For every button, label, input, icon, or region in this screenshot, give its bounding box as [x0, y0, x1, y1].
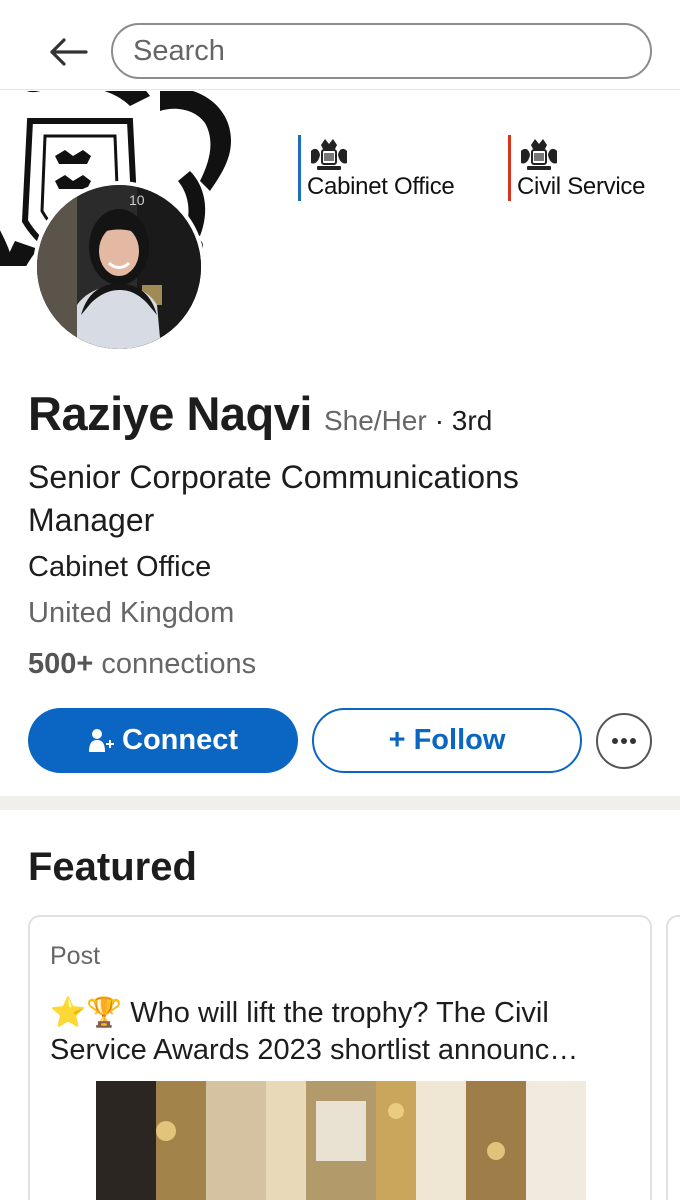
search-box[interactable]: [111, 23, 652, 79]
logo-name-civil-service: Civil Service: [517, 173, 646, 200]
next-featured-card[interactable]: [666, 915, 680, 1200]
profile-location: United Kingdom: [28, 597, 235, 629]
connect-button[interactable]: Connect: [28, 708, 298, 773]
pronouns: She/Her: [323, 405, 427, 436]
connections-number: 500+: [28, 648, 94, 680]
featured-post-card[interactable]: Post ⭐🏆 Who will lift the trophy? The Ci…: [28, 915, 652, 1200]
connection-degree: · 3rd: [434, 405, 493, 436]
add-person-icon: [89, 728, 114, 752]
profile-avatar[interactable]: 10: [33, 181, 205, 353]
profile-company[interactable]: Cabinet Office: [28, 551, 211, 584]
search-input[interactable]: [113, 25, 650, 77]
logo-name-cabinet-office: Cabinet Office: [307, 173, 455, 200]
crown-crest-icon: [311, 139, 347, 170]
card-type-label: Post: [50, 942, 101, 970]
back-button[interactable]: [44, 28, 92, 76]
name-row: Raziye Naqvi She/Her · 3rd: [28, 386, 492, 441]
follow-button[interactable]: + Follow: [312, 708, 582, 773]
follow-label: + Follow: [388, 724, 506, 756]
top-bar: [0, 0, 680, 90]
card-post-text: ⭐🏆 Who will lift the trophy? The Civil S…: [50, 997, 579, 1066]
connections-label: connections: [101, 648, 257, 680]
svg-text:10: 10: [129, 192, 145, 208]
crown-crest-icon: [521, 139, 557, 170]
civil-service-logo: Civil Service: [508, 135, 646, 201]
connect-label: Connect: [122, 724, 238, 756]
post-image: [96, 1081, 586, 1200]
more-dots-icon: [612, 738, 636, 744]
back-arrow-icon: [50, 38, 88, 66]
profile-photo: 10: [37, 185, 201, 349]
section-divider: [0, 796, 680, 810]
profile-name: Raziye Naqvi: [28, 387, 312, 440]
connections-count[interactable]: 500+ connections: [28, 648, 256, 681]
more-options-button[interactable]: [596, 713, 652, 769]
card-thumbnail: [96, 1081, 586, 1200]
profile-headline: Senior Corporate Communications Manager: [28, 459, 519, 538]
featured-heading: Featured: [28, 845, 197, 889]
cabinet-office-logo: Cabinet Office: [298, 135, 455, 201]
